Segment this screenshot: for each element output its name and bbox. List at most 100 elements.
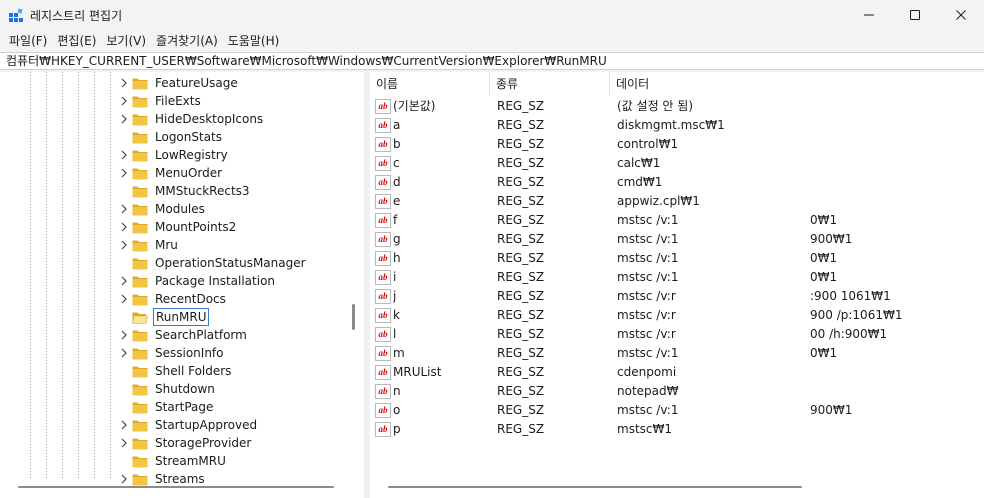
value-data: control₩1 (617, 137, 679, 151)
value-row[interactable]: ab b REG_SZ control₩1 (370, 135, 984, 154)
value-type: REG_SZ (497, 289, 545, 303)
value-row[interactable]: ab m REG_SZ mstsc /v:1 0₩1 (370, 344, 984, 363)
chevron-right-icon[interactable] (118, 416, 130, 434)
value-row[interactable]: ab g REG_SZ mstsc /v:1 900₩1 (370, 230, 984, 249)
value-row[interactable]: ab o REG_SZ mstsc /v:1 900₩1 (370, 401, 984, 420)
tree-item[interactable]: Modules (118, 200, 207, 218)
value-row[interactable]: ab f REG_SZ mstsc /v:1 0₩1 (370, 211, 984, 230)
tree-item[interactable]: Package Installation (118, 272, 277, 290)
chevron-right-icon[interactable] (118, 344, 130, 362)
value-data-tail: :900 1061₩1 (810, 289, 891, 303)
chevron-right-icon[interactable] (118, 218, 130, 236)
menu-file[interactable]: 파일(F) (4, 31, 52, 51)
folder-icon (132, 95, 148, 108)
menu-bar: 파일(F) 편집(E) 보기(V) 즐겨찾기(A) 도움말(H) (0, 30, 984, 52)
maximize-button[interactable] (892, 0, 938, 30)
string-value-icon: ab (375, 365, 391, 380)
chevron-right-icon[interactable] (118, 326, 130, 344)
tree-item[interactable]: StorageProvider (118, 434, 253, 452)
chevron-right-icon[interactable] (118, 164, 130, 182)
value-name: e (393, 194, 401, 208)
tree-item[interactable]: MountPoints2 (118, 218, 238, 236)
tree-item-label: SearchPlatform (155, 328, 247, 342)
tree-item[interactable]: FileExts (118, 92, 203, 110)
value-data: cmd₩1 (617, 175, 663, 189)
string-value-icon: ab (375, 118, 391, 133)
folder-icon (132, 203, 148, 216)
close-button[interactable] (938, 0, 984, 30)
address-bar[interactable]: 컴퓨터₩HKEY_CURRENT_USER₩Software₩Microsoft… (0, 52, 984, 70)
value-row[interactable]: ab l REG_SZ mstsc /v:r 00 /h:900₩1 (370, 325, 984, 344)
tree-item[interactable]: SessionInfo (118, 344, 226, 362)
tree-item[interactable]: Mru (118, 236, 180, 254)
chevron-right-icon[interactable] (118, 200, 130, 218)
tree-item[interactable]: Shutdown (118, 380, 217, 398)
tree-item-label: RunMRU (153, 308, 210, 326)
menu-edit[interactable]: 편집(E) (52, 31, 101, 51)
menu-view[interactable]: 보기(V) (101, 31, 151, 51)
tree-item[interactable]: LogonStats (118, 128, 224, 146)
value-name: g (393, 232, 401, 246)
column-header-type[interactable]: 종류 (490, 72, 610, 96)
value-row[interactable]: ab c REG_SZ calc₩1 (370, 154, 984, 173)
value-row[interactable]: ab MRUList REG_SZ cdenpomi (370, 363, 984, 382)
value-row[interactable]: ab a REG_SZ diskmgmt.msc₩1 (370, 116, 984, 135)
tree-item[interactable]: MenuOrder (118, 164, 224, 182)
value-row[interactable]: ab i REG_SZ mstsc /v:1 0₩1 (370, 268, 984, 287)
tree-item[interactable]: StreamMRU (118, 452, 228, 470)
key-tree[interactable]: FeatureUsage FileExts HideDesktopIcons Logo… (0, 72, 364, 498)
tree-item[interactable]: HideDesktopIcons (118, 110, 265, 128)
chevron-right-icon[interactable] (118, 290, 130, 308)
value-row[interactable]: ab j REG_SZ mstsc /v:r:900 1061₩1 (370, 287, 984, 306)
value-type: REG_SZ (497, 346, 545, 360)
tree-item-label: LowRegistry (155, 148, 228, 162)
value-name: MRUList (393, 365, 442, 379)
folder-icon (132, 185, 148, 198)
folder-icon (132, 455, 148, 468)
value-name: h (393, 251, 401, 265)
value-list[interactable]: 이름 종류 데이터 ab (기본값) REG_SZ (값 설정 안 됨) ab a REG_… (370, 72, 984, 498)
chevron-right-icon[interactable] (118, 236, 130, 254)
value-row[interactable]: ab e REG_SZ appwiz.cpl₩1 (370, 192, 984, 211)
tree-item[interactable]: StartPage (118, 398, 215, 416)
value-name: n (393, 384, 401, 398)
tree-item[interactable]: RecentDocs (118, 290, 228, 308)
value-row[interactable]: ab k REG_SZ mstsc /v:r 900 /p:1061₩1 (370, 306, 984, 325)
chevron-right-icon[interactable] (118, 146, 130, 164)
tree-vertical-scrollbar[interactable] (352, 304, 355, 330)
chevron-right-icon[interactable] (118, 434, 130, 452)
tree-item[interactable]: Shell Folders (118, 362, 233, 380)
value-row[interactable]: ab d REG_SZ cmd₩1 (370, 173, 984, 192)
value-row[interactable]: ab n REG_SZ notepad₩ (370, 382, 984, 401)
string-value-icon: ab (375, 156, 391, 171)
tree-item[interactable]: SearchPlatform (118, 326, 249, 344)
list-horizontal-scrollbar[interactable] (388, 486, 802, 488)
string-value-icon: ab (375, 289, 391, 304)
column-header-data[interactable]: 데이터 (610, 72, 984, 96)
tree-item[interactable]: LowRegistry (118, 146, 230, 164)
registry-editor-icon (9, 8, 23, 22)
folder-icon (132, 347, 148, 360)
string-value-icon: ab (375, 384, 391, 399)
value-row[interactable]: ab (기본값) REG_SZ (값 설정 안 됨) (370, 97, 984, 116)
value-row[interactable]: ab h REG_SZ mstsc /v:1 0₩1 (370, 249, 984, 268)
tree-horizontal-scrollbar[interactable] (18, 486, 334, 488)
tree-item[interactable]: OperationStatusManager (118, 254, 308, 272)
menu-help[interactable]: 도움말(H) (223, 31, 285, 51)
tree-item[interactable]: RunMRU (118, 308, 210, 326)
chevron-right-icon[interactable] (118, 74, 130, 92)
chevron-right-icon[interactable] (118, 272, 130, 290)
menu-favorites[interactable]: 즐겨찾기(A) (151, 31, 223, 51)
string-value-icon: ab (375, 175, 391, 190)
tree-item[interactable]: FeatureUsage (118, 74, 240, 92)
value-data-tail: 0₩1 (810, 213, 838, 227)
value-row[interactable]: ab p REG_SZ mstsc₩1 (370, 420, 984, 439)
column-header-name[interactable]: 이름 (370, 72, 490, 96)
chevron-right-icon[interactable] (118, 92, 130, 110)
minimize-button[interactable] (846, 0, 892, 30)
tree-item[interactable]: StartupApproved (118, 416, 259, 434)
chevron-right-icon[interactable] (118, 110, 130, 128)
tree-item[interactable]: MMStuckRects3 (118, 182, 252, 200)
value-name: l (393, 327, 397, 341)
